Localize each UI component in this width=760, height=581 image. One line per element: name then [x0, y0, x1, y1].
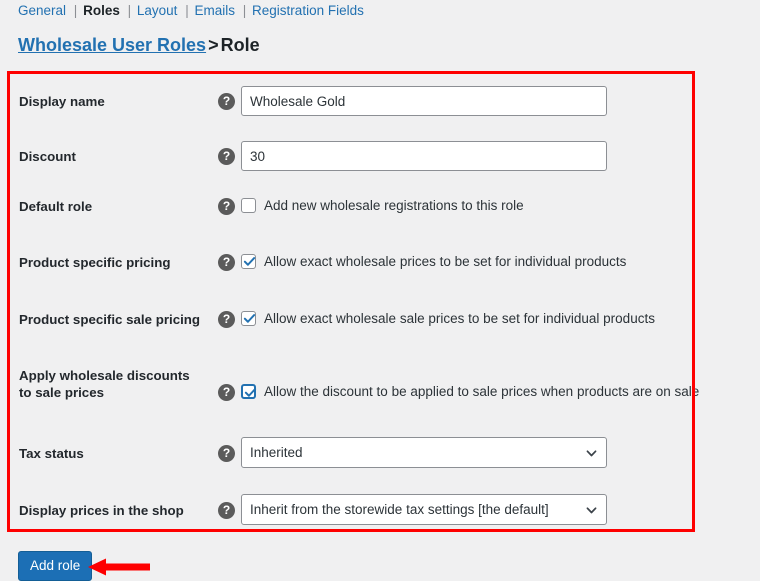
- help-icon-apply-wholesale-discounts[interactable]: [218, 383, 236, 402]
- subnav-separator: |: [185, 3, 189, 18]
- checkmark-icon: [244, 388, 257, 397]
- display-prices-select[interactable]: Inherit from the storewide tax settings …: [241, 494, 607, 525]
- subnav-separator: |: [73, 3, 78, 18]
- discount-input[interactable]: [241, 141, 607, 171]
- product-specific-sale-pricing-checkbox[interactable]: [241, 311, 256, 326]
- question-mark-icon[interactable]: [218, 92, 235, 110]
- breadcrumb-separator: >: [208, 35, 219, 55]
- apply-wholesale-discounts-checkbox[interactable]: [241, 384, 257, 399]
- help-icon-tax-status[interactable]: [218, 444, 236, 463]
- tab-general[interactable]: General: [18, 3, 66, 18]
- breadcrumb-current: Role: [220, 35, 260, 55]
- field-display-prices: Inherit from the storewide tax settings …: [241, 494, 607, 525]
- question-mark-icon[interactable]: [218, 253, 235, 271]
- field-default-role: Add new wholesale registrations to this …: [241, 197, 524, 214]
- field-product-specific-sale-pricing: Allow exact wholesale sale prices to be …: [241, 310, 655, 327]
- question-mark-icon[interactable]: [218, 444, 235, 462]
- form-row-display-prices: Display prices in the shop Inherit from …: [10, 494, 692, 539]
- form-row-display-name: Display name: [10, 86, 692, 131]
- help-icon-display-name[interactable]: [218, 92, 236, 111]
- product-specific-pricing-checkbox[interactable]: [241, 254, 256, 269]
- tax-status-select[interactable]: Inherited: [241, 437, 607, 468]
- chevron-down-icon: [586, 507, 597, 514]
- tab-emails[interactable]: Emails: [194, 3, 235, 18]
- form-actions: Add role: [18, 551, 93, 581]
- form-row-apply-wholesale-discounts: Apply wholesale discounts to sale prices…: [10, 367, 699, 417]
- checkmark-icon: [243, 314, 256, 323]
- add-role-button[interactable]: Add role: [18, 551, 93, 581]
- field-apply-wholesale-discounts: Allow the discount to be applied to sale…: [241, 383, 699, 400]
- settings-subnav: General | Roles | Layout | Emails | Regi…: [18, 2, 364, 20]
- form-row-discount: Discount: [10, 141, 692, 186]
- apply-wholesale-discounts-checkbox-label[interactable]: Allow the discount to be applied to sale…: [264, 383, 699, 400]
- form-row-product-specific-sale-pricing: Product specific sale pricing Allow exac…: [10, 310, 692, 345]
- label-product-specific-sale-pricing: Product specific sale pricing: [19, 312, 201, 327]
- question-mark-icon[interactable]: [218, 383, 235, 401]
- question-mark-icon[interactable]: [218, 197, 235, 215]
- field-discount: [241, 141, 607, 171]
- admin-page: General | Roles | Layout | Emails | Regi…: [0, 0, 760, 581]
- product-specific-sale-pricing-checkbox-label[interactable]: Allow exact wholesale sale prices to be …: [264, 310, 655, 327]
- label-discount: Discount: [19, 149, 76, 164]
- label-tax-status: Tax status: [19, 446, 84, 461]
- arrow-annotation: [88, 558, 150, 576]
- label-display-prices: Display prices in the shop: [19, 503, 184, 518]
- subnav-separator: |: [242, 3, 247, 18]
- question-mark-icon[interactable]: [218, 310, 235, 328]
- tab-registration-fields[interactable]: Registration Fields: [252, 3, 364, 18]
- chevron-down-icon: [586, 450, 597, 457]
- subnav-separator: |: [127, 3, 132, 18]
- default-role-checkbox[interactable]: [241, 198, 256, 213]
- help-icon-product-specific-pricing[interactable]: [218, 253, 236, 272]
- help-icon-product-specific-sale-pricing[interactable]: [218, 310, 236, 329]
- display-prices-select-value: Inherit from the storewide tax settings …: [250, 502, 549, 517]
- checkmark-icon: [243, 257, 256, 266]
- breadcrumb-link-wholesale-user-roles[interactable]: Wholesale User Roles: [18, 35, 206, 55]
- help-icon-discount[interactable]: [218, 147, 236, 166]
- field-tax-status: Inherited: [241, 437, 607, 468]
- form-row-product-specific-pricing: Product specific pricing Allow exact who…: [10, 253, 692, 288]
- label-display-name: Display name: [19, 94, 105, 109]
- form-row-default-role: Default role Add new wholesale registrat…: [10, 197, 692, 232]
- role-settings-form: Display name Discount Default role: [10, 74, 699, 529]
- default-role-checkbox-label[interactable]: Add new wholesale registrations to this …: [264, 197, 524, 214]
- label-product-specific-pricing: Product specific pricing: [19, 255, 171, 270]
- field-product-specific-pricing: Allow exact wholesale prices to be set f…: [241, 253, 626, 270]
- tab-layout[interactable]: Layout: [137, 3, 178, 18]
- breadcrumb: Wholesale User Roles > Role: [18, 33, 260, 57]
- label-apply-wholesale-discounts: Apply wholesale discounts to sale prices: [19, 368, 190, 400]
- tab-roles[interactable]: Roles: [83, 3, 120, 18]
- label-default-role: Default role: [19, 199, 93, 214]
- help-icon-default-role[interactable]: [218, 197, 236, 216]
- form-row-tax-status: Tax status Inherited: [10, 437, 692, 482]
- help-icon-display-prices[interactable]: [218, 501, 236, 520]
- question-mark-icon[interactable]: [218, 147, 235, 165]
- field-display-name: [241, 86, 607, 116]
- product-specific-pricing-checkbox-label[interactable]: Allow exact wholesale prices to be set f…: [264, 253, 626, 270]
- display-name-input[interactable]: [241, 86, 607, 116]
- tax-status-select-value: Inherited: [250, 445, 303, 460]
- question-mark-icon[interactable]: [218, 501, 235, 519]
